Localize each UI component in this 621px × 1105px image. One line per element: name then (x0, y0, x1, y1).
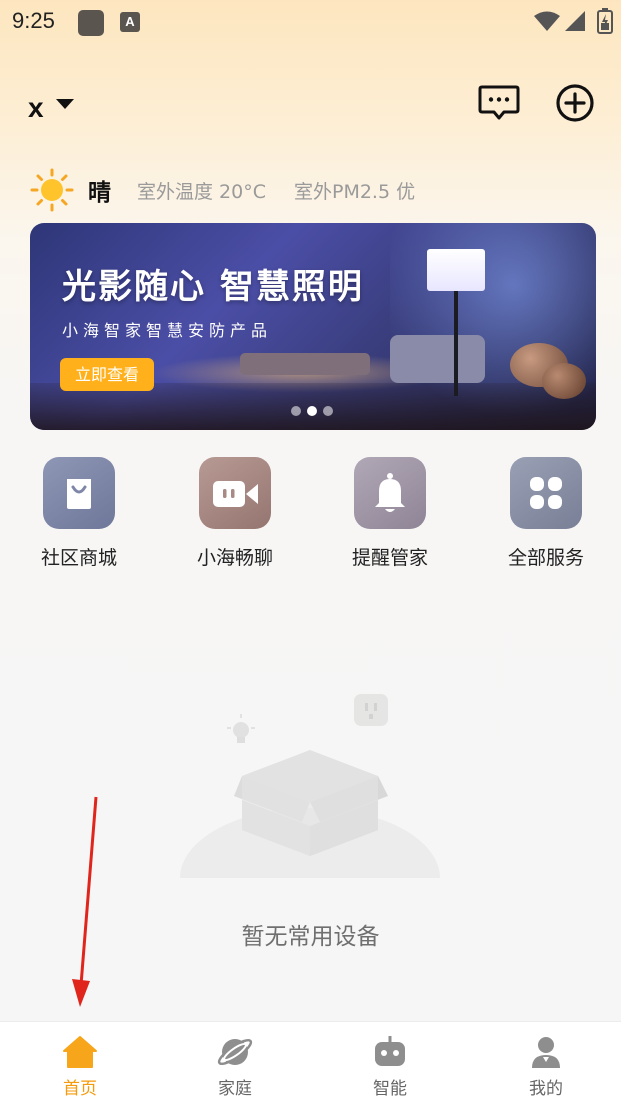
promo-banner[interactable]: 光影随心 智慧照明 小海智家智慧安防产品 立即查看 (30, 223, 596, 430)
banner-decor-ball (542, 363, 586, 399)
pagination-dot[interactable] (291, 406, 301, 416)
bell-icon (354, 457, 426, 529)
tab-mine[interactable]: 我的 (496, 1034, 596, 1099)
tab-family[interactable]: 家庭 (185, 1034, 285, 1099)
home-icon (60, 1034, 100, 1070)
tab-smart[interactable]: 智能 (340, 1034, 440, 1099)
weather-bar: 晴 室外温度 20°C 室外PM2.5 优 (30, 168, 415, 212)
add-icon[interactable] (554, 82, 596, 124)
tab-label: 智能 (373, 1079, 407, 1099)
pagination-dot[interactable] (323, 406, 333, 416)
banner-sofa (240, 353, 370, 375)
dropdown-caret-icon (55, 99, 74, 109)
tab-label: 首页 (63, 1079, 97, 1099)
floor-lamp-pole (454, 291, 458, 396)
service-xiaohai-chat[interactable]: 小海畅聊 (175, 457, 295, 570)
status-bar: 9:25 A (0, 0, 621, 44)
annotation-arrow-icon (72, 796, 98, 1007)
home-selector[interactable]: x (28, 90, 74, 126)
pagination-dot-active[interactable] (307, 406, 317, 416)
banner-view-now-button[interactable]: 立即查看 (60, 358, 154, 391)
floor-lamp-shade (427, 249, 485, 291)
sun-icon (30, 168, 74, 212)
grid-icon (510, 457, 582, 529)
outdoor-temperature: 室外温度 20°C (137, 180, 266, 203)
signal-icon (565, 11, 585, 31)
empty-box-illustration (180, 694, 440, 878)
service-label: 提醒管家 (351, 547, 428, 569)
status-time: 9:25 (12, 8, 55, 33)
home-name: x (28, 92, 44, 123)
weather-condition: 晴 (88, 180, 111, 206)
planet-icon (215, 1034, 255, 1070)
battery-icon (597, 8, 613, 34)
quick-services: 社区商城 小海畅聊 提醒管家 全部服务 (0, 457, 621, 577)
shopping-bag-icon (43, 457, 115, 529)
robot-icon (370, 1034, 410, 1070)
user-icon (526, 1034, 566, 1070)
service-label: 小海畅聊 (196, 547, 273, 569)
outdoor-pm25: 室外PM2.5 优 (293, 180, 416, 203)
message-icon[interactable] (478, 82, 520, 124)
video-call-icon (199, 457, 271, 529)
service-label: 全部服务 (507, 547, 584, 569)
banner-pagination (291, 406, 333, 416)
banner-subtitle: 小海智家智慧安防产品 (62, 321, 273, 340)
service-label: 社区商城 (40, 547, 117, 569)
banner-title: 光影随心 智慧照明 (62, 267, 364, 307)
service-community-mall[interactable]: 社区商城 (19, 457, 139, 570)
tab-label: 我的 (529, 1079, 563, 1099)
notification-app-icon (78, 10, 104, 36)
home-screen: 9:25 A x 晴 室外温度 20°C 室外PM2.5 优 光影随心 智慧照明… (0, 0, 621, 1105)
tab-label: 家庭 (218, 1079, 252, 1099)
service-reminder[interactable]: 提醒管家 (330, 457, 450, 570)
notification-a-icon: A (120, 12, 140, 32)
bottom-tab-bar: 首页 家庭 智能 我的 (0, 1021, 621, 1105)
tab-home[interactable]: 首页 (30, 1034, 130, 1099)
banner-armchair (390, 335, 485, 383)
service-all[interactable]: 全部服务 (486, 457, 606, 570)
wifi-icon (534, 11, 560, 31)
